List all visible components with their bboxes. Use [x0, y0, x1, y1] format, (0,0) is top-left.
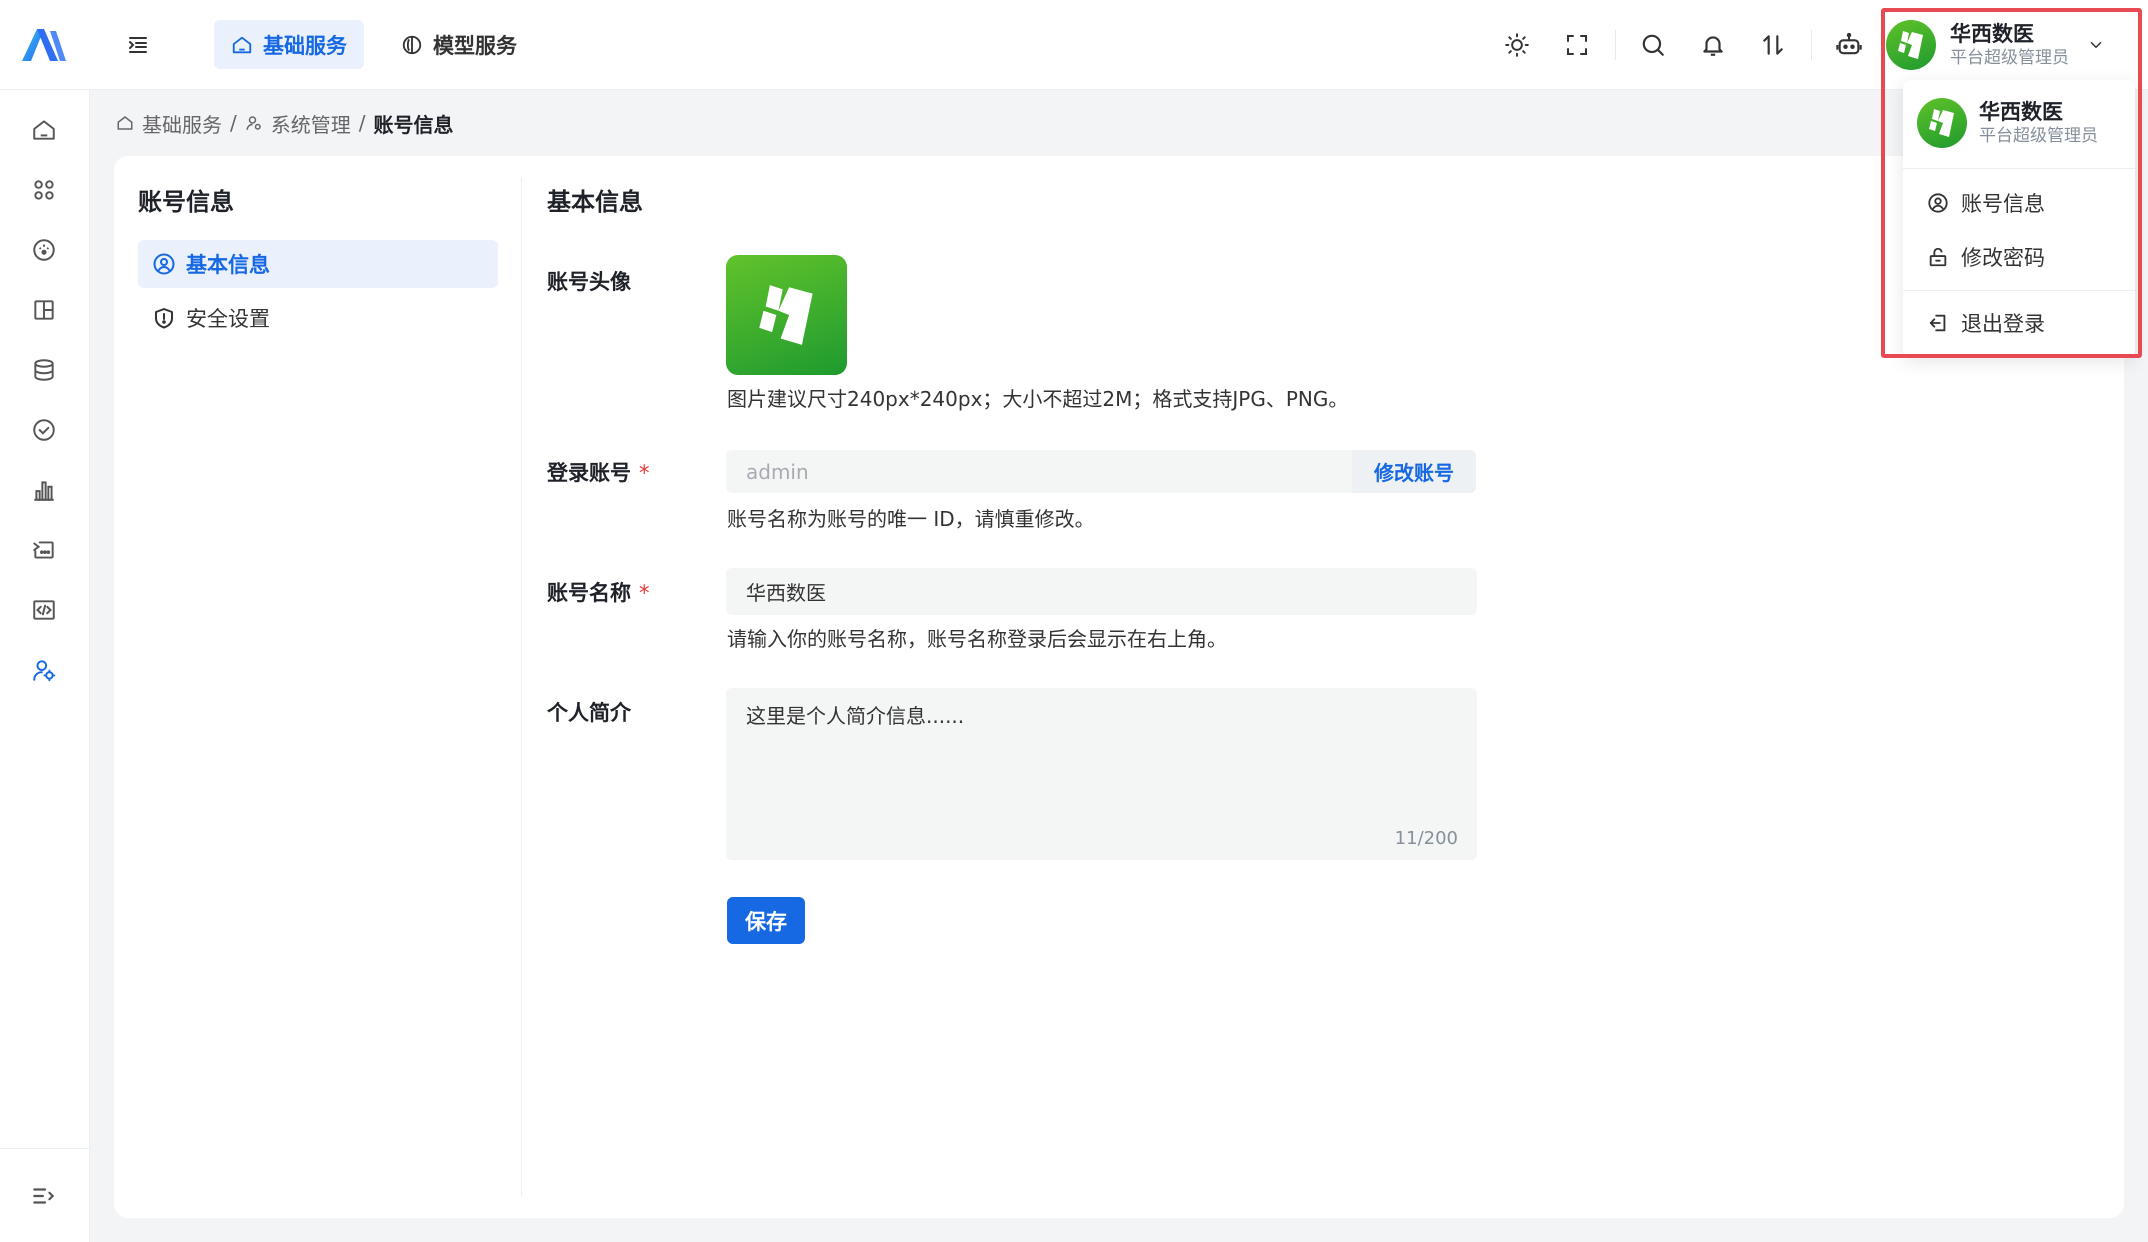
user-circle-icon	[153, 253, 175, 275]
sidebar-item-statistics[interactable]	[25, 471, 63, 509]
login-account-label: 登录账号 *	[547, 457, 650, 487]
fullscreen-icon[interactable]	[1559, 27, 1595, 63]
search-icon[interactable]	[1635, 27, 1671, 63]
highlight-box	[1881, 8, 2142, 358]
edit-account-button[interactable]: 修改账号	[1352, 450, 1476, 493]
panel-divider	[521, 178, 522, 1196]
sidebar-divider	[0, 1148, 90, 1149]
menu-item-basic-info[interactable]: 基本信息	[138, 240, 498, 288]
sidebar-item-database[interactable]	[25, 351, 63, 389]
database-icon	[34, 359, 54, 381]
user-settings-icon	[33, 660, 56, 682]
account-name-label: 账号名称 *	[547, 577, 650, 607]
tab-label: 基础服务	[263, 33, 347, 58]
sidebar-item-home[interactable]	[25, 111, 63, 149]
login-account-placeholder: admin	[746, 459, 809, 484]
menu-item-label: 基本信息	[186, 253, 270, 277]
required-mark: *	[639, 461, 650, 485]
menu-item-security[interactable]: 安全设置	[138, 294, 498, 342]
sidebar-item-tasks[interactable]	[25, 411, 63, 449]
sidebar-item-code[interactable]	[25, 591, 63, 629]
toolbar-divider	[1615, 30, 1616, 60]
sidebar-item-import[interactable]	[25, 531, 63, 569]
left-panel-title: 账号信息	[138, 188, 234, 216]
login-account-hint: 账号名称为账号的唯一 ID，请慎重修改。	[727, 507, 1095, 531]
login-account-label-text: 登录账号	[547, 461, 631, 485]
robot-icon[interactable]	[1831, 27, 1867, 63]
import-icon	[33, 541, 54, 559]
bell-icon[interactable]	[1695, 27, 1731, 63]
layout-icon	[34, 300, 54, 320]
sort-arrows-icon[interactable]	[1755, 27, 1791, 63]
menu-item-label: 安全设置	[186, 307, 270, 331]
app-logo[interactable]	[20, 25, 68, 65]
breadcrumb-separator: /	[230, 111, 237, 135]
bio-char-counter: 11/200	[1394, 828, 1458, 849]
check-circle-icon	[33, 419, 55, 441]
apps-grid-icon	[34, 180, 54, 200]
sidebar-collapse-button[interactable]	[25, 1177, 63, 1215]
home-icon	[117, 116, 133, 130]
bio-value: 这里是个人简介信息......	[746, 704, 965, 728]
form-title: 基本信息	[547, 188, 643, 216]
sidebar-item-layout[interactable]	[25, 291, 63, 329]
collapse-menu-icon	[33, 1188, 55, 1204]
tab-basic-service[interactable]: 基础服务	[214, 20, 364, 69]
account-name-value: 华西数医	[746, 581, 826, 605]
user-settings-icon	[246, 116, 261, 130]
avatar-label: 账号头像	[547, 270, 631, 294]
account-name-input[interactable]: 华西数医	[726, 568, 1477, 615]
menu-fold-icon[interactable]	[120, 27, 156, 63]
code-icon	[33, 600, 55, 620]
breadcrumb: 基础服务 / 系统管理 / 账号信息	[116, 108, 454, 138]
sidebar-item-system[interactable]	[25, 651, 63, 689]
required-mark: *	[639, 581, 650, 605]
sidebar-item-dashboard[interactable]	[25, 231, 63, 269]
breadcrumb-item-basic[interactable]: 基础服务	[142, 109, 222, 138]
avatar-hint: 图片建议尺寸240px*240px；大小不超过2M；格式支持JPG、PNG。	[727, 387, 1349, 411]
top-bar: 基础服务 模型服务 华西数医 平台超级管理员	[0, 0, 2148, 90]
tab-model-service[interactable]: 模型服务	[384, 20, 534, 69]
sidebar-item-apps[interactable]	[25, 171, 63, 209]
avatar-upload[interactable]	[726, 255, 847, 375]
home-icon	[33, 120, 55, 140]
breadcrumb-item-current: 账号信息	[373, 112, 454, 137]
tab-label: 模型服务	[433, 33, 517, 58]
shield-icon	[155, 308, 173, 329]
account-name-hint: 请输入你的账号名称，账号名称登录后会显示在右上角。	[727, 627, 1227, 651]
bio-textarea[interactable]: 这里是个人简介信息......	[726, 688, 1477, 860]
breadcrumb-item-system[interactable]: 系统管理	[271, 109, 351, 138]
gauge-icon	[33, 239, 55, 261]
save-button[interactable]: 保存	[727, 897, 805, 944]
sidebar	[0, 90, 90, 1242]
bio-label: 个人简介	[547, 701, 631, 725]
brand-logo-icon	[758, 285, 813, 345]
theme-sun-icon[interactable]	[1499, 27, 1535, 63]
toolbar-divider	[1811, 30, 1812, 60]
breadcrumb-separator: /	[358, 111, 366, 135]
login-account-input[interactable]: admin	[726, 450, 1352, 493]
account-name-label-text: 账号名称	[547, 581, 631, 605]
bar-chart-icon	[34, 481, 54, 501]
